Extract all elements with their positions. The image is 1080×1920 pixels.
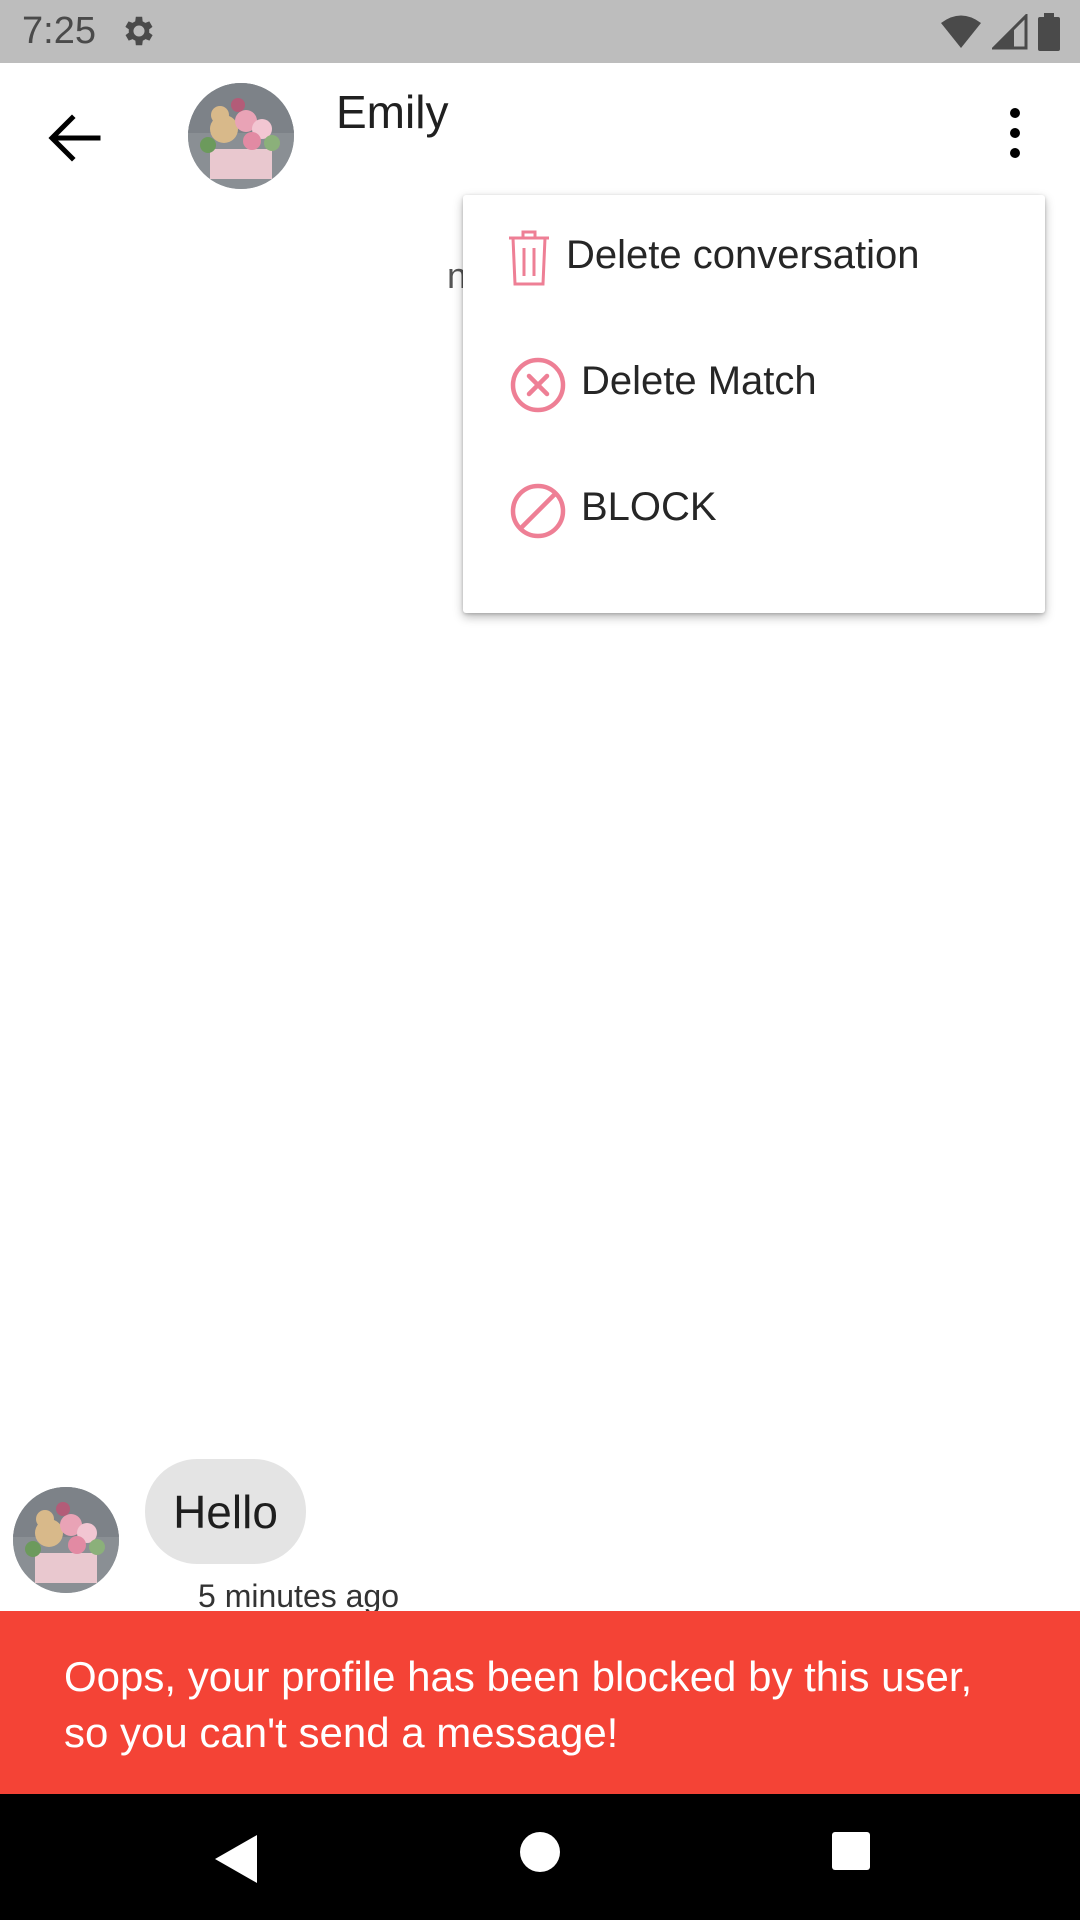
status-bar: 7:25 [0,0,1080,63]
app-bar: Emily [0,63,1080,213]
cellular-signal-icon [992,14,1028,50]
block-icon [510,483,566,539]
contact-avatar[interactable] [188,83,294,189]
flower-bouquet-image [13,1487,119,1593]
snackbar-text: Oops, your profile has been blocked by t… [64,1653,973,1756]
system-nav-bar [0,1794,1080,1920]
overflow-menu: Delete conversation Delete Match BLOCK [463,195,1045,613]
menu-item-label: BLOCK [581,485,717,529]
menu-item-label: Delete conversation [566,233,920,277]
back-arrow-icon[interactable] [40,103,110,173]
status-icons [940,12,1060,52]
nav-back-icon[interactable] [205,1829,265,1889]
menu-item-delete-conversation[interactable]: Delete conversation [463,195,1045,321]
battery-icon [1038,13,1060,51]
wifi-icon [941,15,981,48]
menu-item-label: Delete Match [581,359,817,403]
blocked-snackbar: Oops, your profile has been blocked by t… [0,1611,1080,1794]
nav-home-icon[interactable] [520,1832,560,1872]
cancel-circle-icon [510,357,566,413]
message-timestamp: 5 minutes ago [198,1578,400,1614]
trash-icon [509,230,549,286]
menu-item-block[interactable]: BLOCK [463,447,1045,573]
more-vert-icon[interactable] [990,103,1040,163]
nav-recents-icon[interactable] [832,1832,870,1870]
status-time: 7:25 [22,10,96,52]
flower-bouquet-image [188,83,294,189]
menu-item-delete-match[interactable]: Delete Match [463,321,1045,447]
settings-gear-icon [125,16,153,46]
message-avatar[interactable] [13,1487,119,1593]
message-bubble[interactable]: Hello [145,1459,306,1564]
contact-name[interactable]: Emily [336,85,448,139]
